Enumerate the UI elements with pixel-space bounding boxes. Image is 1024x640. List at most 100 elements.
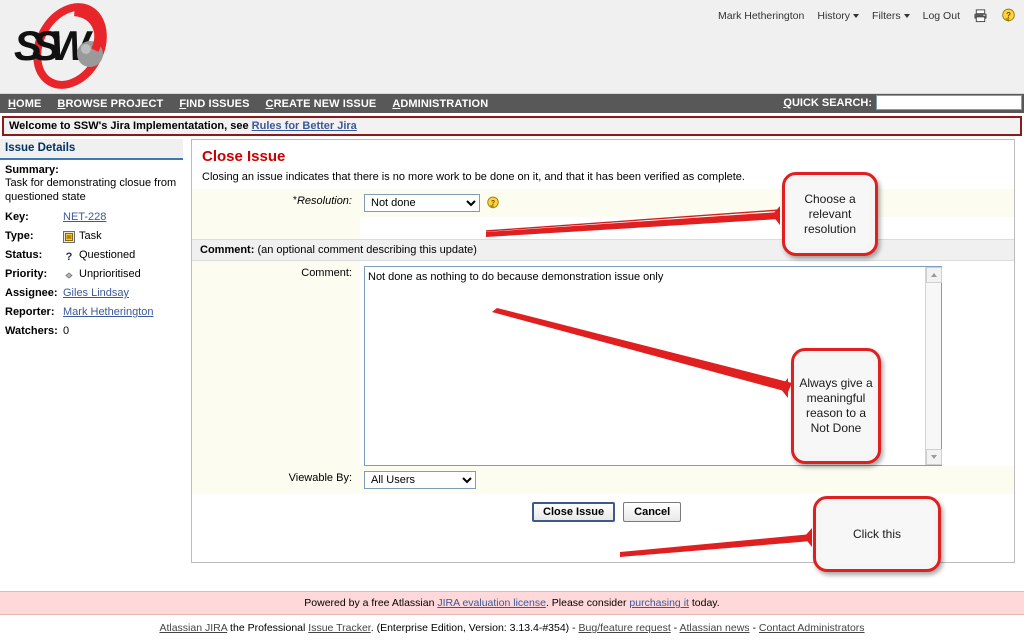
atlassian-news-link[interactable]: Atlassian news bbox=[680, 622, 750, 634]
resolution-field: Not done ? bbox=[360, 189, 1014, 217]
nav-accel: C bbox=[266, 98, 274, 110]
questioned-icon: ? bbox=[63, 250, 75, 262]
status-value: Questioned bbox=[79, 246, 135, 265]
help-icon[interactable]: ? bbox=[1001, 8, 1016, 23]
license-text-after: today. bbox=[689, 597, 720, 609]
chevron-down-icon bbox=[853, 14, 859, 18]
detail-label: Assignee: bbox=[5, 284, 63, 303]
panel-description: Closing an issue indicates that there is… bbox=[202, 171, 1004, 183]
nav-item-create-new-issue[interactable]: CREATE NEW ISSUE bbox=[266, 98, 377, 110]
callout-resolution: Choose a relevant resolution bbox=[782, 172, 878, 256]
footer-meta: Atlassian JIRA the Professional Issue Tr… bbox=[0, 615, 1024, 640]
quick-search-label-rest: UICK SEARCH: bbox=[792, 97, 872, 109]
nav-label: DMINISTRATION bbox=[400, 98, 488, 110]
resolution-help-icon[interactable]: ? bbox=[486, 196, 500, 210]
task-icon bbox=[63, 231, 75, 243]
meta-text-2: . (Enterprise Edition, Version: 3.13.4-#… bbox=[371, 622, 579, 634]
current-user-link[interactable]: Mark Hetherington bbox=[718, 10, 804, 22]
detail-row-status: Status: ? Questioned bbox=[5, 246, 179, 265]
purchasing-it-link[interactable]: purchasing it bbox=[629, 597, 689, 609]
assignee-link[interactable]: Giles Lindsay bbox=[63, 284, 129, 303]
viewable-by-label: Viewable By: bbox=[192, 466, 360, 490]
quick-search-input[interactable] bbox=[876, 95, 1022, 110]
comment-field: Not done as nothing to do because demons… bbox=[360, 261, 1014, 466]
filters-menu[interactable]: Filters bbox=[872, 10, 910, 22]
detail-label: Key: bbox=[5, 208, 63, 227]
callout-comment: Always give a meaningful reason to a Not… bbox=[791, 348, 881, 464]
nav-label: REATE NEW ISSUE bbox=[274, 98, 377, 110]
callout-resolution-text: Choose a relevant resolution bbox=[790, 180, 870, 248]
printer-icon[interactable] bbox=[973, 8, 988, 23]
detail-label: Priority: bbox=[5, 265, 63, 284]
detail-value: NET-228 bbox=[63, 208, 106, 227]
license-text-before: Powered by a free Atlassian bbox=[304, 597, 437, 609]
ssw-logo: SSW bbox=[6, 2, 130, 90]
comment-textarea-value: Not done as nothing to do because demons… bbox=[368, 270, 923, 284]
logout-link[interactable]: Log Out bbox=[923, 10, 960, 22]
watchers-value: 0 bbox=[63, 322, 69, 341]
cancel-button[interactable]: Cancel bbox=[623, 502, 681, 522]
detail-value: Task bbox=[63, 227, 102, 246]
comment-section-strong: Comment: bbox=[200, 244, 254, 256]
viewable-by-select[interactable]: All Users bbox=[364, 471, 476, 489]
meta-sep-2: - bbox=[750, 622, 759, 634]
spacer-label-cell bbox=[192, 217, 360, 239]
svg-text:?: ? bbox=[66, 251, 73, 262]
nav-label: IND ISSUES bbox=[186, 98, 249, 110]
nav-label: ROWSE PROJECT bbox=[65, 98, 163, 110]
jira-evaluation-license-link[interactable]: JIRA evaluation license bbox=[437, 597, 546, 609]
resolution-spacer bbox=[192, 217, 1014, 239]
resolution-label: *Resolution: bbox=[192, 189, 360, 213]
sidebar-title: Issue Details bbox=[0, 139, 183, 160]
quick-search-accel: Q bbox=[783, 97, 792, 109]
nav-item-administration[interactable]: ADMINISTRATION bbox=[392, 98, 488, 110]
meta-text-1: the Professional bbox=[227, 622, 308, 634]
scroll-up-icon[interactable] bbox=[926, 267, 942, 283]
nav-label: OME bbox=[16, 98, 41, 110]
type-value: Task bbox=[79, 227, 102, 246]
detail-row-reporter: Reporter: Mark Hetherington bbox=[5, 303, 179, 322]
license-text-mid: . Please consider bbox=[546, 597, 629, 609]
detail-row-priority: Priority: Unprioritised bbox=[5, 265, 179, 284]
detail-label: Status: bbox=[5, 246, 63, 265]
history-label: History bbox=[817, 10, 850, 22]
detail-row-type: Type: Task bbox=[5, 227, 179, 246]
reporter-link[interactable]: Mark Hetherington bbox=[63, 303, 154, 322]
priority-value: Unprioritised bbox=[79, 265, 141, 284]
quick-search-label: QUICK SEARCH: bbox=[783, 97, 872, 109]
issue-tracker-link[interactable]: Issue Tracker bbox=[308, 622, 370, 634]
page-title: Close Issue bbox=[202, 148, 1004, 165]
atlassian-jira-link[interactable]: Atlassian JIRA bbox=[159, 622, 227, 634]
detail-row-assignee: Assignee: Giles Lindsay bbox=[5, 284, 179, 303]
rules-for-better-jira-link[interactable]: Rules for Better Jira bbox=[252, 120, 357, 132]
nav-item-browse-project[interactable]: BROWSE PROJECT bbox=[57, 98, 163, 110]
resolution-label-text: Resolution: bbox=[297, 195, 352, 207]
detail-value: Unprioritised bbox=[63, 265, 141, 284]
unprioritised-icon bbox=[63, 269, 75, 281]
bug-feature-request-link[interactable]: Bug/feature request bbox=[579, 622, 671, 634]
close-issue-button[interactable]: Close Issue bbox=[532, 502, 615, 522]
comment-scrollbar[interactable] bbox=[925, 267, 941, 465]
page-footer: Powered by a free Atlassian JIRA evaluat… bbox=[0, 591, 1024, 640]
scroll-down-icon[interactable] bbox=[926, 449, 942, 465]
nav-item-find-issues[interactable]: FIND ISSUES bbox=[179, 98, 249, 110]
comment-section-rest: (an optional comment describing this upd… bbox=[254, 244, 477, 256]
nav-item-home[interactable]: HOME bbox=[8, 98, 41, 110]
top-header: SSW Mark Hetherington History Filters Lo… bbox=[0, 0, 1024, 94]
meta-sep-1: - bbox=[671, 622, 680, 634]
detail-value: Mark Hetherington bbox=[63, 303, 154, 322]
detail-label: Type: bbox=[5, 227, 63, 246]
callout-comment-text: Always give a meaningful reason to a Not… bbox=[799, 356, 873, 456]
history-menu[interactable]: History bbox=[817, 10, 859, 22]
main-navbar: HOME BROWSE PROJECT FIND ISSUES CREATE N… bbox=[0, 94, 1024, 113]
contact-administrators-link[interactable]: Contact Administrators bbox=[759, 622, 865, 634]
resolution-row: *Resolution: Not done ? bbox=[192, 189, 1014, 217]
callout-submit: Click this bbox=[813, 496, 941, 572]
comment-label: Comment: bbox=[192, 261, 360, 466]
issue-key-link[interactable]: NET-228 bbox=[63, 208, 106, 227]
detail-label: Reporter: bbox=[5, 303, 63, 322]
detail-value: ? Questioned bbox=[63, 246, 135, 265]
resolution-select[interactable]: Not done bbox=[364, 194, 480, 212]
summary-value: Task for demonstrating closue from quest… bbox=[5, 176, 179, 204]
svg-text:?: ? bbox=[1006, 11, 1011, 20]
